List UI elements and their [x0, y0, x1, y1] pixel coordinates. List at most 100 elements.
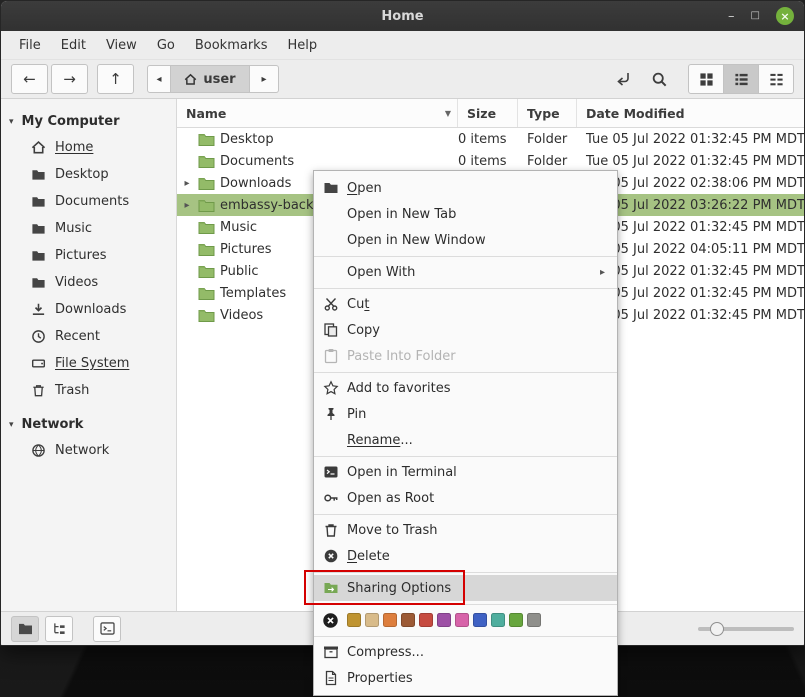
column-header-type[interactable]: Type [518, 99, 577, 127]
menu-item-properties[interactable]: Properties [314, 665, 617, 691]
search-icon [651, 71, 668, 88]
menu-item-pin[interactable]: Pin [314, 401, 617, 427]
sidebar-item-trash[interactable]: Trash [1, 377, 176, 404]
file-name: Desktop [220, 132, 274, 147]
breadcrumb-user-button[interactable]: user [171, 65, 250, 93]
sidebar-item-file-system[interactable]: File System [1, 350, 176, 377]
color-swatch[interactable] [347, 613, 361, 627]
compact-view-button[interactable] [759, 64, 794, 94]
color-swatch[interactable] [383, 613, 397, 627]
breadcrumb: ◂ user ▸ [147, 65, 279, 93]
sidebar-section-my-computer[interactable]: ▾ My Computer [1, 109, 176, 134]
sidebar-item-label: Trash [55, 383, 89, 398]
sidebar-item-pictures[interactable]: Pictures [1, 242, 176, 269]
menu-item-open-in-new-tab[interactable]: Open in New Tab [314, 201, 617, 227]
window-title: Home [1, 9, 804, 24]
color-swatch[interactable] [365, 613, 379, 627]
color-swatch[interactable] [491, 613, 505, 627]
menu-bookmarks[interactable]: Bookmarks [185, 34, 278, 57]
menu-separator [314, 288, 617, 289]
menu-go[interactable]: Go [147, 34, 185, 57]
search-button[interactable] [644, 65, 674, 93]
zoom-slider-knob[interactable] [710, 622, 724, 636]
menu-item-rename[interactable]: Rename... [314, 427, 617, 453]
sidebar-item-music[interactable]: Music [1, 215, 176, 242]
menu-item-compress[interactable]: Compress... [314, 639, 617, 665]
menu-item-label: Open as Root [347, 491, 434, 506]
sidebar-item-label: Recent [55, 329, 100, 344]
zoom-slider[interactable] [698, 619, 794, 639]
breadcrumb-expand-button[interactable]: ▸ [250, 65, 279, 93]
color-swatch[interactable] [455, 613, 469, 627]
folder-icon [198, 154, 215, 169]
back-button[interactable]: ← [11, 64, 48, 94]
menu-item-label: Move to Trash [347, 523, 438, 538]
menu-item-copy[interactable]: Copy [314, 317, 617, 343]
show-places-button[interactable] [11, 616, 39, 642]
sidebar-item-downloads[interactable]: Downloads [1, 296, 176, 323]
file-row-desktop[interactable]: Desktop 0 items Folder Tue 05 Jul 2022 0… [177, 128, 804, 150]
color-swatch[interactable] [419, 613, 433, 627]
file-date: Tue 05 Jul 2022 01:32:45 PM MDT [577, 154, 804, 169]
sidebar-item-documents[interactable]: Documents [1, 188, 176, 215]
copy-icon [322, 322, 339, 338]
menu-item-delete[interactable]: Delete [314, 543, 617, 569]
menu-file[interactable]: File [9, 34, 51, 57]
row-expander-icon[interactable]: ▸ [181, 178, 193, 189]
up-button[interactable]: ↑ [97, 64, 134, 94]
row-expander-icon[interactable]: ▸ [181, 200, 193, 211]
menu-item-open-in-terminal[interactable]: Open in Terminal [314, 459, 617, 485]
file-row-documents[interactable]: Documents 0 items Folder Tue 05 Jul 2022… [177, 150, 804, 172]
color-swatch[interactable] [437, 613, 451, 627]
sidebar-item-desktop[interactable]: Desktop [1, 161, 176, 188]
folder-icon [31, 248, 46, 263]
color-swatch[interactable] [401, 613, 415, 627]
menu-edit[interactable]: Edit [51, 34, 96, 57]
trash-icon [322, 522, 339, 538]
menu-item-open-in-new-window[interactable]: Open in New Window [314, 227, 617, 253]
column-header-size[interactable]: Size [458, 99, 518, 127]
menu-view[interactable]: View [96, 34, 147, 57]
sidebar-section-network[interactable]: ▾ Network [1, 412, 176, 437]
file-name: Templates [220, 286, 286, 301]
list-view-button[interactable] [724, 64, 759, 94]
column-header-name[interactable]: Name ▼ [177, 99, 458, 127]
menu-item-color-row [314, 607, 617, 633]
sidebar-item-network[interactable]: Network [1, 437, 176, 464]
menu-item-cut[interactable]: Cut [314, 291, 617, 317]
column-header-date-modified[interactable]: Date Modified [577, 99, 804, 127]
file-name: Public [220, 264, 258, 279]
color-swatch[interactable] [509, 613, 523, 627]
breadcrumb-scroll-left-button[interactable]: ◂ [147, 65, 171, 93]
back-icon: ← [23, 70, 36, 88]
sidebar-section-label: My Computer [22, 114, 120, 129]
color-swatch[interactable] [473, 613, 487, 627]
menu-help[interactable]: Help [277, 34, 327, 57]
remove-color-icon[interactable] [322, 612, 339, 629]
show-treeview-button[interactable] [45, 616, 73, 642]
menu-item-label: Pin [347, 407, 366, 422]
menu-item-open-with[interactable]: Open With ▸ [314, 259, 617, 285]
icon-view-button[interactable] [688, 64, 724, 94]
menu-item-sharing-options[interactable]: Sharing Options [314, 575, 617, 601]
column-label: Date Modified [586, 106, 685, 121]
toggle-location-entry-button[interactable] [608, 65, 638, 93]
minimize-button[interactable]: – [728, 10, 735, 23]
drive-icon [31, 356, 46, 371]
titlebar[interactable]: Home – □ × [1, 1, 804, 31]
sidebar-item-home[interactable]: Home [1, 134, 176, 161]
sidebar-item-recent[interactable]: Recent [1, 323, 176, 350]
menu-item-add-to-favorites[interactable]: Add to favorites [314, 375, 617, 401]
toggle-terminal-button[interactable] [93, 616, 121, 642]
menu-separator [314, 514, 617, 515]
menu-item-move-to-trash[interactable]: Move to Trash [314, 517, 617, 543]
menu-item-open[interactable]: Open [314, 175, 617, 201]
color-swatch[interactable] [527, 613, 541, 627]
sidebar-item-videos[interactable]: Videos [1, 269, 176, 296]
maximize-button[interactable]: □ [751, 11, 760, 21]
close-button[interactable]: × [776, 7, 794, 25]
menu-item-open-as-root[interactable]: Open as Root [314, 485, 617, 511]
forward-button[interactable]: → [51, 64, 88, 94]
forward-icon: → [63, 70, 76, 88]
sidebar-item-label: Pictures [55, 248, 106, 263]
